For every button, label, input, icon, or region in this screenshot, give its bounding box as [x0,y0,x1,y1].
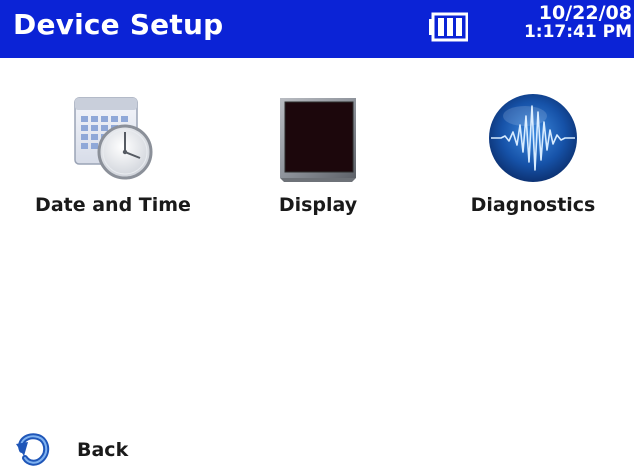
title-bar: Device Setup 10/22/08 1:17:41 PM [0,0,634,58]
battery-icon [429,12,468,42]
calendar-clock-icon [74,97,153,180]
date-and-time-button[interactable]: Date and Time [13,92,213,216]
waveform-globe-icon [489,94,577,182]
back-arrow-icon [16,433,50,466]
display-button[interactable]: Display [218,92,418,216]
back-button[interactable]: Back [14,432,128,468]
clock: 10/22/08 1:17:41 PM [524,4,632,42]
display-label: Display [278,194,358,216]
clock-time: 1:17:41 PM [523,22,632,42]
monitor-icon [280,98,356,182]
page-title: Device Setup [13,8,224,41]
diagnostics-label: Diagnostics [470,194,596,216]
back-label: Back [77,439,129,461]
diagnostics-button[interactable]: Diagnostics [433,92,633,216]
clock-date: 10/22/08 [538,2,632,24]
date-and-time-label: Date and Time [35,194,191,216]
